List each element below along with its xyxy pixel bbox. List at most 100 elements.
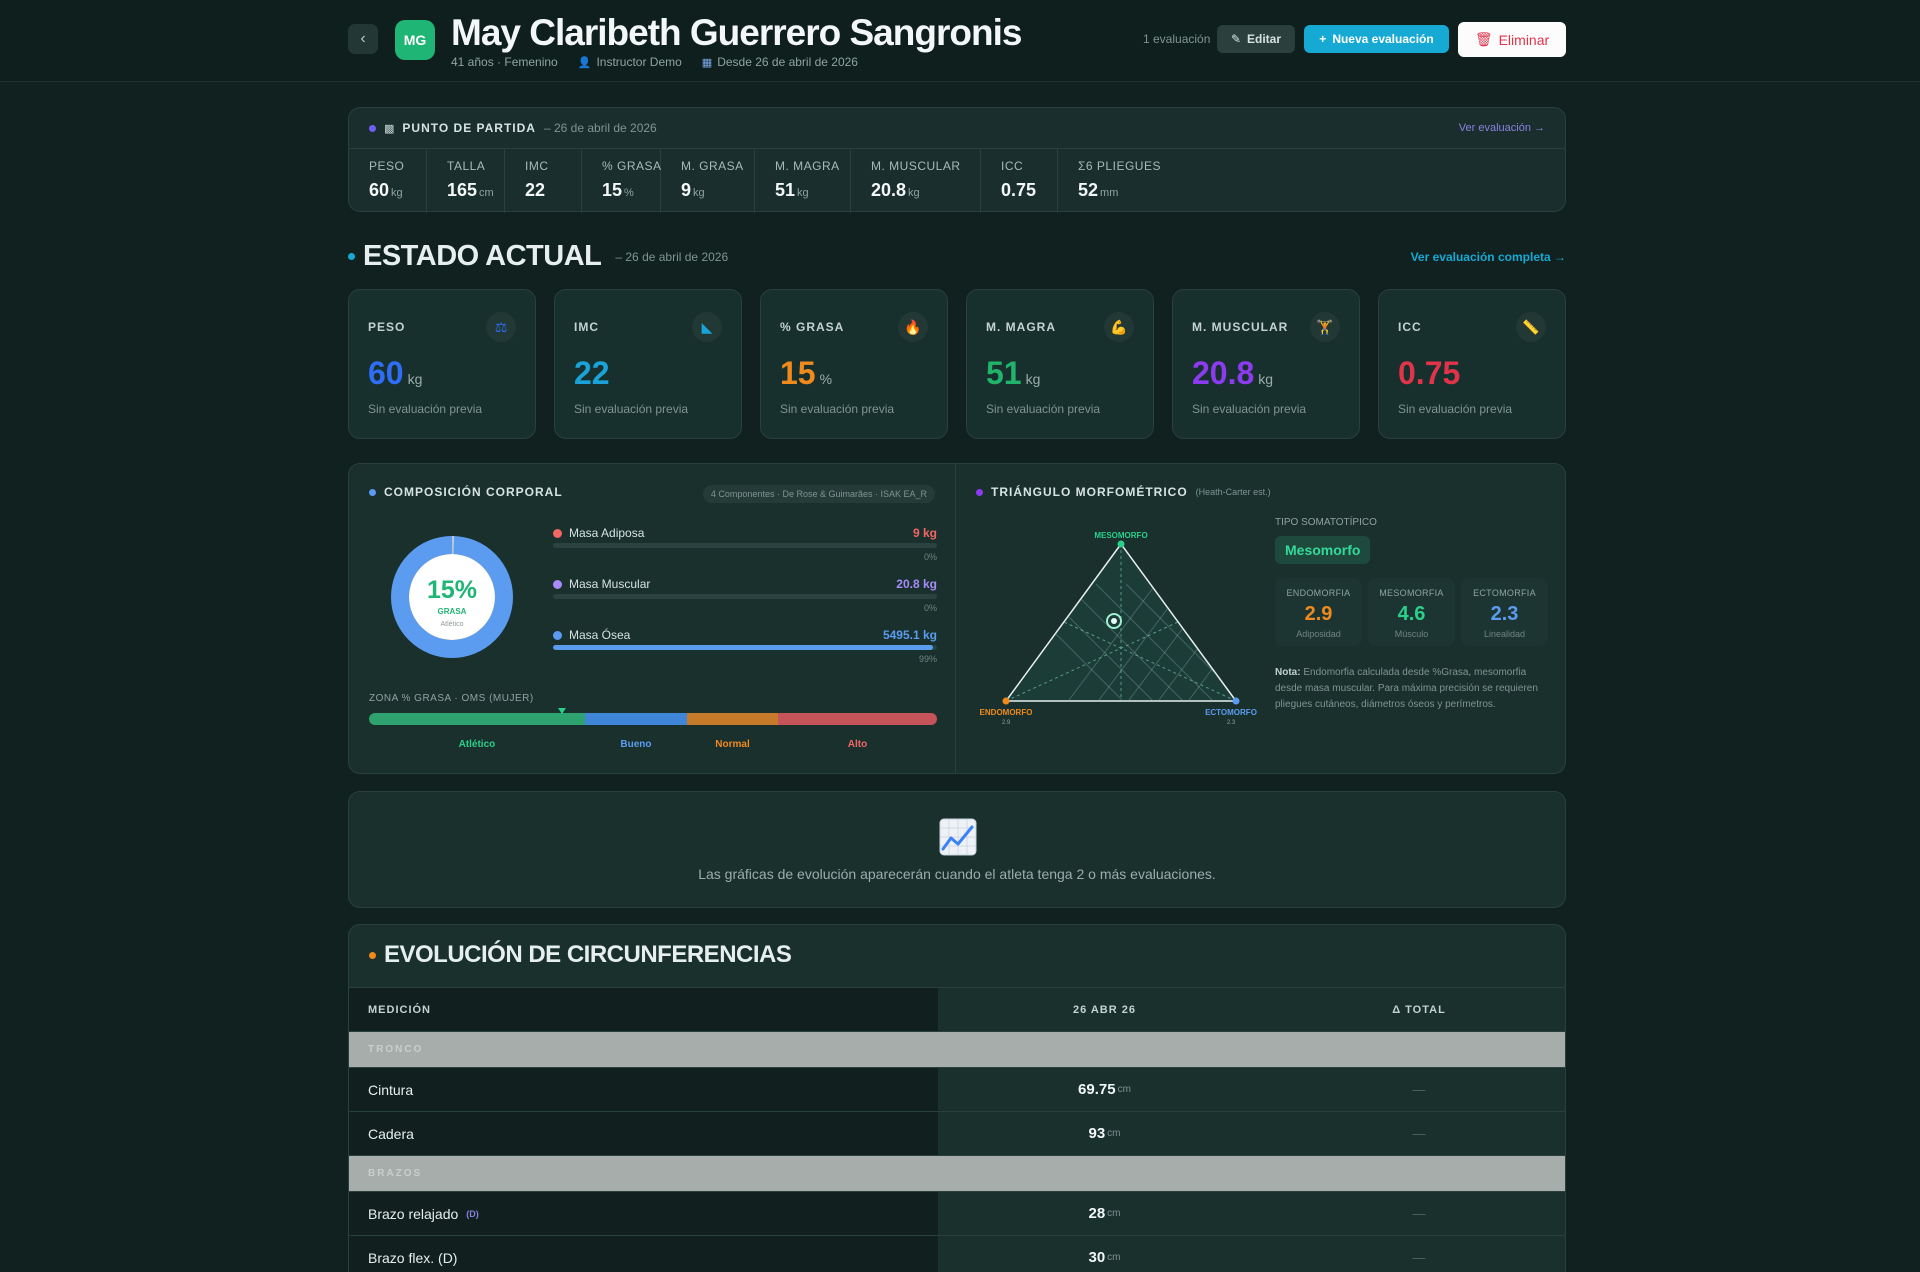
measurement-delta: — (1412, 1126, 1426, 1141)
delete-button[interactable]: 🗑 Eliminar (1458, 22, 1566, 57)
kpi-label: % GRASA (780, 320, 845, 334)
edit-button[interactable]: ✎ Editar (1217, 25, 1295, 53)
kpi-subtitle: Sin evaluación previa (986, 402, 1101, 416)
new-evaluation-button[interactable]: + Nueva evaluación (1304, 25, 1449, 53)
measurement-delta: — (1412, 1082, 1426, 1097)
morphometric-panel: TRIÁNGULO MORFOMÉTRICO (Heath-Carter est… (956, 464, 1567, 773)
start-metric-unit: mm (1100, 187, 1119, 199)
start-metric-label: M. MAGRA (775, 159, 840, 173)
measurement-value-cell: 30 cm (938, 1236, 1271, 1272)
ectomorph-label: ECTOMORFO (1205, 708, 1257, 717)
start-metric-number: 52 (1078, 180, 1099, 200)
meta-instructor-label: Instructor Demo (596, 55, 682, 69)
measurement-value-cell: 69.75 cm (938, 1068, 1271, 1111)
start-metric: M. MAGRA 51 kg (755, 149, 851, 213)
kpi-subtitle: Sin evaluación previa (574, 402, 689, 416)
kpi-unit: kg (1258, 371, 1274, 387)
triangle-title: TRIÁNGULO MORFOMÉTRICO (991, 485, 1188, 499)
component-value: 4.6 (1397, 603, 1426, 625)
start-metric: ICC 0.75 (981, 149, 1058, 213)
start-metric-unit: kg (391, 187, 403, 199)
start-metric-value: 52 mm (1078, 180, 1147, 201)
composition-item: Masa Adiposa 9 kg 0% (553, 526, 937, 577)
start-metric-number: 22 (525, 180, 546, 200)
table-header: MEDICIÓN 26 ABR 26 Δ TOTAL (349, 987, 1565, 1031)
kpi-label: IMC (574, 320, 599, 334)
start-metric-label: ICC (1001, 159, 1024, 173)
kpi-value: 22 (574, 355, 610, 392)
start-metric-label: Σ6 PLIEGUES (1078, 159, 1161, 173)
endomorph-vertex (1002, 697, 1010, 705)
view-evaluation-link[interactable]: Ver evaluación → (1459, 122, 1545, 134)
somatotype-badge: Mesomorfo (1275, 536, 1371, 564)
starting-point-card: ▩ PUNTO DE PARTIDA – 26 de abril de 2026… (348, 107, 1566, 213)
kpi-number: 0.75 (1398, 355, 1461, 391)
composition-track (553, 543, 937, 548)
start-metric: M. GRASA 9 kg (661, 149, 755, 213)
somatotype-note: Nota: Endomorfia calculada desde %Grasa,… (1275, 665, 1547, 713)
composition-value: 9 kg (912, 526, 937, 540)
composition-percent: 99% (918, 654, 937, 664)
current-state-title: ESTADO ACTUAL (363, 240, 602, 272)
composition-value: 5495.1 kg (882, 628, 937, 642)
edit-button-label: Editar (1247, 32, 1282, 46)
measurement-unit: cm (1117, 1084, 1131, 1095)
composition-percent: 0% (923, 552, 937, 562)
start-metric-value: 60 kg (369, 180, 406, 201)
component-sub: Músculo (1394, 629, 1429, 639)
table-group-row: TRONCO (349, 1031, 1565, 1067)
measurement-unit: cm (1107, 1128, 1121, 1139)
chart-up-icon (939, 818, 977, 856)
kpi-card: % GRASA 🔥 15% Sin evaluación previa (760, 289, 948, 439)
kpi-number: 20.8 (1192, 355, 1255, 391)
component-sub: Adiposidad (1296, 629, 1341, 639)
measurement-value: 28 (1088, 1205, 1106, 1222)
fat-zone-marker (558, 708, 567, 714)
composition-card: COMPOSICIÓN CORPORAL 4 Componentes · De … (348, 463, 1566, 774)
component-sub: Linealidad (1483, 629, 1526, 639)
weightlifter-icon: 🏋 (1310, 312, 1340, 342)
ruler-triangle-icon: ◣ (692, 312, 722, 342)
tape-measure-icon: 📏 (1516, 312, 1546, 342)
endomorph-label: ENDOMORFO (980, 708, 1033, 717)
kpi-label: ICC (1398, 320, 1422, 334)
kpi-value: 60 kg (368, 355, 422, 392)
table-row: Brazo flex. (D) 30 cm — (349, 1235, 1565, 1272)
start-metric-unit: kg (693, 187, 705, 199)
section-dot (976, 488, 983, 496)
kpi-number: 22 (574, 355, 610, 391)
kpi-card: M. MUSCULAR 🏋 20.8 kg Sin evaluación previa (1172, 289, 1360, 439)
endomorph-value: 2.9 (1002, 720, 1011, 726)
start-metric: IMC 22 (505, 149, 582, 213)
kpi-card: ICC 📏 0.75 Sin evaluación previa (1378, 289, 1566, 439)
column-header: Δ TOTAL (1392, 1003, 1446, 1016)
back-button[interactable]: ‹ (348, 24, 378, 54)
kpi-unit: % (819, 371, 833, 387)
somatotype-component: ENDOMORFIA 2.9 Adiposidad (1275, 578, 1362, 646)
fat-zone-name: Atlético (458, 739, 496, 750)
start-metric: Σ6 PLIEGUES 52 mm (1058, 149, 1167, 213)
trash-icon: 🗑 (1474, 31, 1493, 47)
top-bar: ‹ MG May Claribeth Guerrero Sangronis 41… (0, 0, 1920, 82)
measurement-value-cell: 28 cm (938, 1192, 1271, 1235)
new-evaluation-label: Nueva evaluación (1332, 32, 1434, 46)
starting-point-date: – 26 de abril de 2026 (543, 121, 657, 135)
composition-item: Masa Ósea 5495.1 kg 99% (553, 628, 937, 679)
note-bold: Nota: (1275, 667, 1301, 678)
triangle-header: TRIÁNGULO MORFOMÉTRICO (Heath-Carter est… (976, 485, 1271, 499)
start-metric-label: IMC (525, 159, 549, 173)
evolution-empty-message: Las gráficas de evolución aparecerán cua… (698, 866, 1216, 882)
section-dot (369, 488, 376, 496)
view-full-evaluation-link[interactable]: Ver evaluación completa → (1411, 250, 1566, 264)
section-dot (348, 253, 355, 260)
kpi-unit: kg (407, 371, 423, 387)
body-fat-donut: 15% GRASA Atlético (391, 536, 513, 658)
body-composition-panel: COMPOSICIÓN CORPORAL 4 Componentes · De … (349, 464, 956, 773)
chevron-left-icon: ‹ (360, 30, 366, 47)
start-metric-label: M. MUSCULAR (871, 159, 961, 173)
composition-track (553, 645, 937, 650)
kpi-subtitle: Sin evaluación previa (1398, 402, 1513, 416)
composition-name: Masa Adiposa (569, 526, 645, 540)
measurement-unit: cm (1107, 1252, 1121, 1263)
mesomorph-label: MESOMORFO (1094, 531, 1147, 540)
